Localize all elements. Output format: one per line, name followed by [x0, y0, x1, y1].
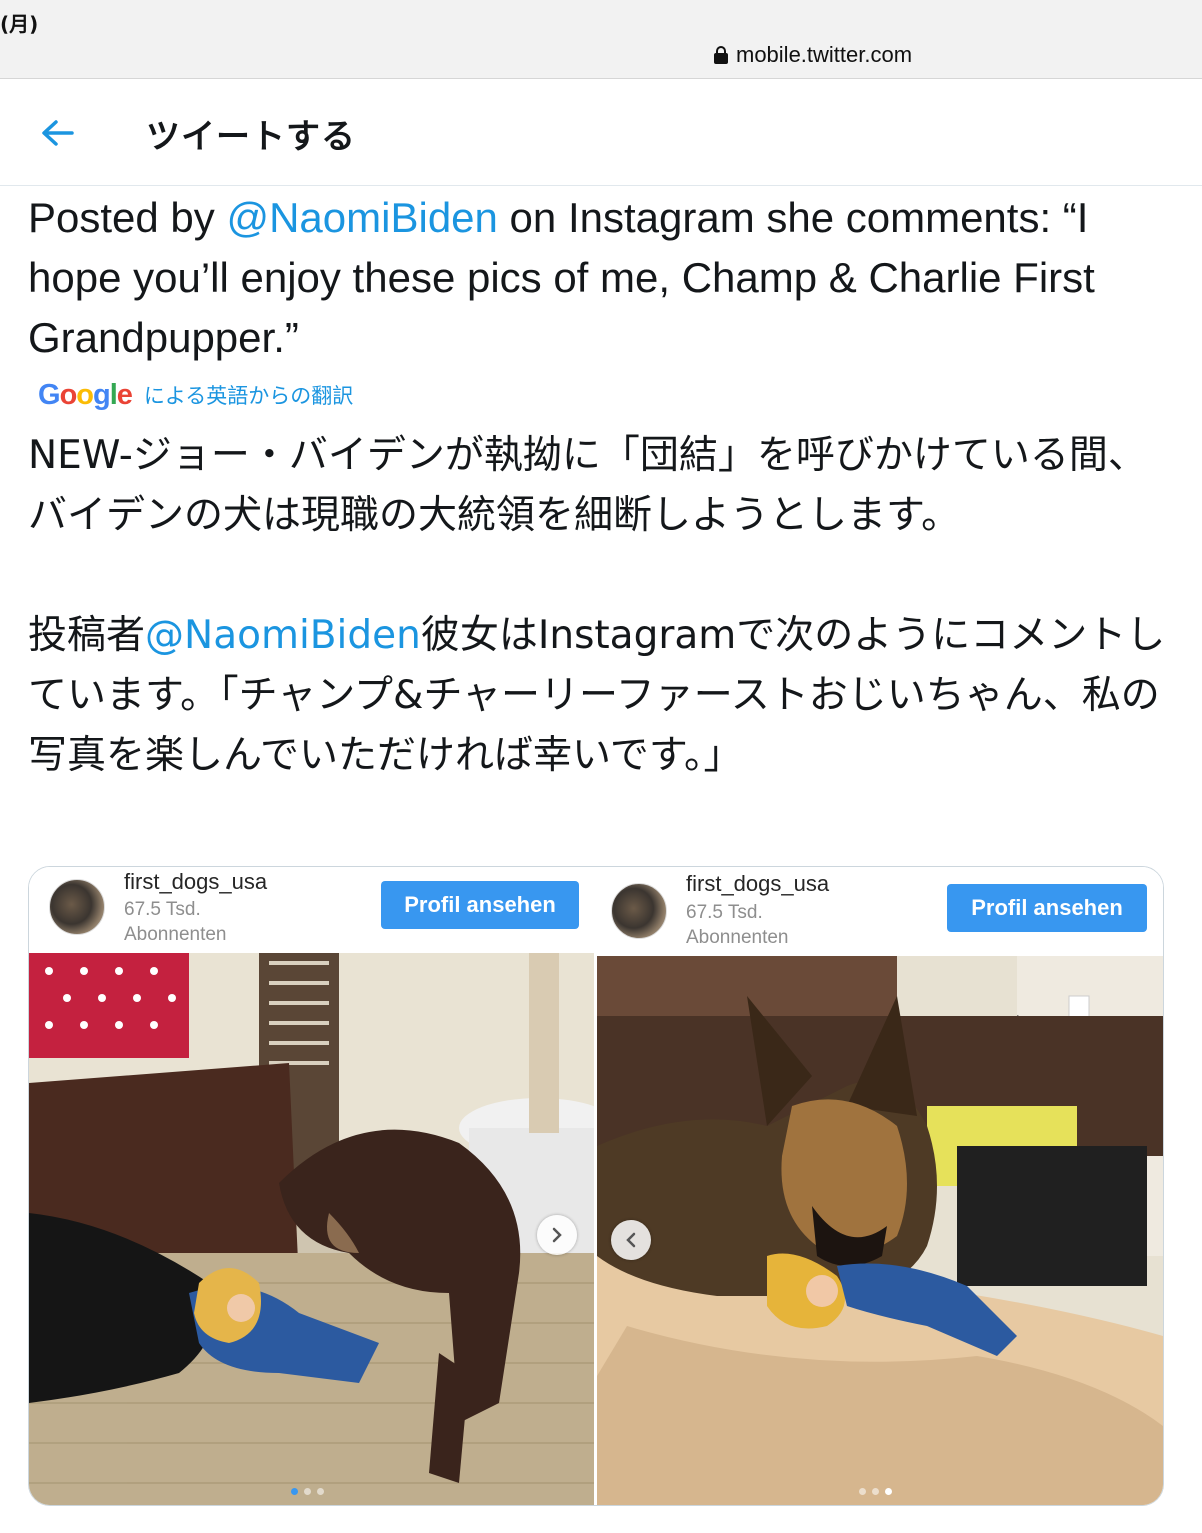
avatar[interactable] [49, 879, 105, 935]
carousel-dots [291, 1488, 324, 1495]
translation-label[interactable]: による英語からの翻訳 [144, 380, 353, 410]
mention-link-translated[interactable]: @NaomiBiden [145, 613, 421, 658]
tweet-text-prefix: Posted by [28, 194, 227, 241]
tweet-text-original: Posted by @NaomiBiden on Instagram she c… [28, 188, 1178, 368]
translated-paragraph-2: 投稿者@NaomiBiden彼女はInstagramで次のようにコメントしていま… [28, 606, 1178, 786]
url-text: mobile.twitter.com [736, 42, 913, 67]
arrow-left-icon[interactable] [34, 109, 82, 157]
avatar[interactable] [611, 883, 667, 939]
carousel-dots [859, 1488, 892, 1495]
mention-link[interactable]: @NaomiBiden [226, 194, 497, 241]
chevron-right-icon[interactable] [537, 1215, 577, 1255]
follower-label: Abonnenten [686, 927, 789, 948]
instagram-embed-right[interactable]: first_dogs_usa 67.5 Tsd. Abonnenten Prof… [597, 867, 1163, 1505]
view-profile-button[interactable]: Profil ansehen [947, 884, 1147, 932]
browser-status-bar: (月) mobile.twitter.com [0, 0, 1202, 79]
follower-count: 67.5 Tsd. [124, 899, 201, 920]
account-name[interactable]: first_dogs_usa [124, 869, 267, 895]
tweet-media[interactable]: first_dogs_usa 67.5 Tsd. Abonnenten Prof… [28, 866, 1164, 1506]
lock-icon [714, 46, 728, 64]
address-bar[interactable]: mobile.twitter.com [714, 40, 912, 70]
status-day: (月) [0, 12, 39, 36]
follower-label: Abonnenten [124, 924, 227, 945]
chevron-left-icon[interactable] [611, 1220, 651, 1260]
instagram-header: first_dogs_usa 67.5 Tsd. Abonnenten Prof… [597, 867, 1163, 953]
translated-paragraph-1: NEW-ジョー・バイデンが執拗に「団結」を呼びかけている間、バイデンの犬は現職の… [28, 433, 1147, 538]
view-profile-button[interactable]: Profil ansehen [381, 881, 579, 929]
page-header: ツイートする [0, 79, 1202, 186]
account-name[interactable]: first_dogs_usa [686, 871, 829, 897]
dog-photo-right[interactable] [597, 956, 1163, 1505]
google-logo: Google [38, 378, 133, 411]
page-title: ツイートする [146, 117, 356, 157]
instagram-embed-left[interactable]: first_dogs_usa 67.5 Tsd. Abonnenten Prof… [29, 867, 594, 1505]
translation-attribution: Google による英語からの翻訳 [38, 376, 353, 414]
dog-photo-left[interactable] [29, 953, 594, 1505]
instagram-header: first_dogs_usa 67.5 Tsd. Abonnenten Prof… [29, 867, 594, 953]
follower-count: 67.5 Tsd. [686, 902, 763, 923]
translated-prefix: 投稿者 [28, 613, 146, 658]
tweet-text-translated: NEW-ジョー・バイデンが執拗に「団結」を呼びかけている間、バイデンの犬は現職の… [28, 426, 1178, 786]
